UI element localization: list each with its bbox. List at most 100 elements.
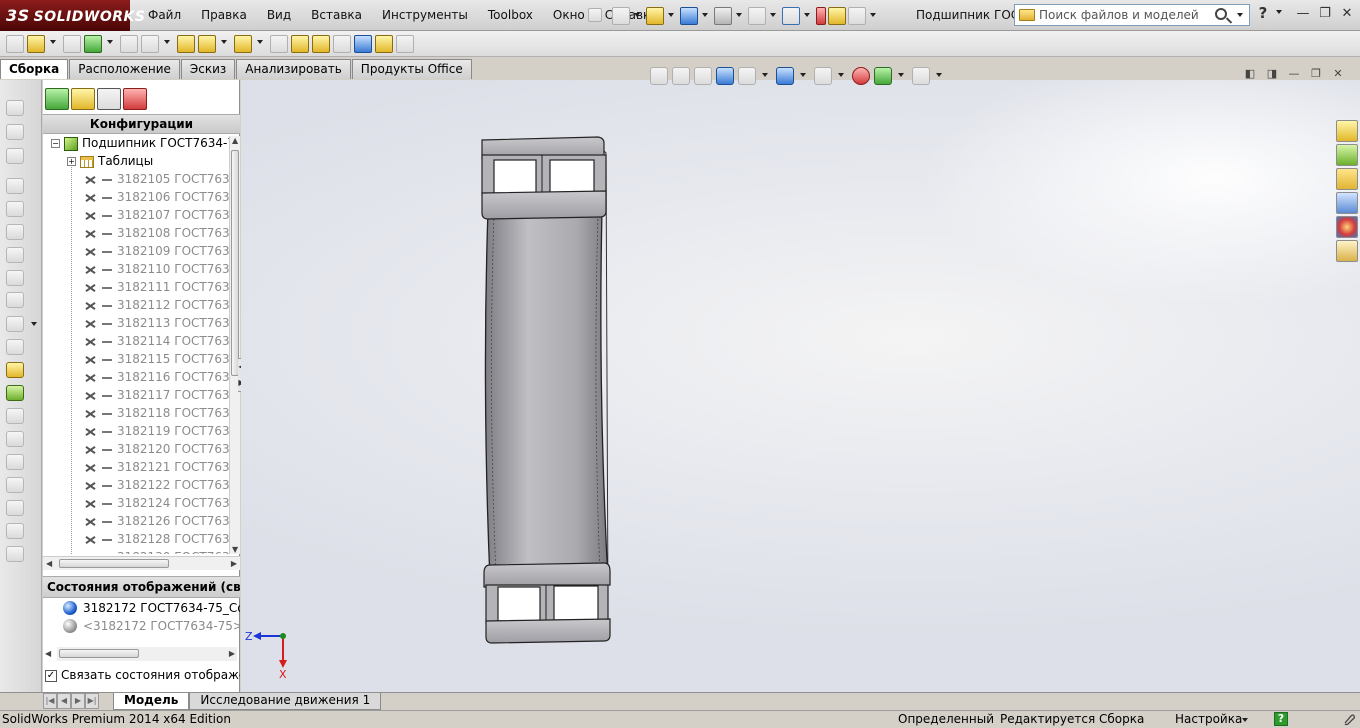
strip-tool-16-icon[interactable] xyxy=(6,454,24,470)
menu-toolbox[interactable]: Toolbox xyxy=(478,0,543,31)
open-folder-icon[interactable] xyxy=(646,7,664,25)
bill-of-materials-icon[interactable] xyxy=(291,34,309,53)
configuration-item[interactable]: 3182107 ГОСТ7634- xyxy=(43,206,229,224)
tree-root-assembly[interactable]: − Подшипник ГОСТ7634-75 xyxy=(43,134,229,152)
scroll-up-icon[interactable]: ▲ xyxy=(232,136,238,145)
tab-office-products[interactable]: Продукты Office xyxy=(351,59,472,79)
configuration-item[interactable]: 3182117 ГОСТ7634- xyxy=(43,386,229,404)
configuration-item[interactable]: 3182112 ГОСТ7634- xyxy=(43,296,229,314)
save-icon[interactable] xyxy=(680,7,698,25)
strip-tool-2-icon[interactable] xyxy=(6,124,24,140)
configuration-item[interactable]: 3182106 ГОСТ7634- xyxy=(43,188,229,206)
configuration-item[interactable]: 3182124 ГОСТ7634- xyxy=(43,494,229,512)
new-dropdown-icon[interactable] xyxy=(634,12,640,17)
help-question-icon[interactable]: ? xyxy=(1254,4,1272,22)
scroll-left-icon[interactable]: ◀ xyxy=(46,559,52,568)
configuration-item[interactable]: 3182110 ГОСТ7634- xyxy=(43,260,229,278)
exploded-view-icon[interactable] xyxy=(312,34,330,53)
view-orientation-icon[interactable] xyxy=(738,67,756,85)
zoom-to-fit-icon[interactable] xyxy=(650,67,668,85)
configuration-item[interactable]: 3182108 ГОСТ7634- xyxy=(43,224,229,242)
hide-show-dropdown-icon[interactable] xyxy=(838,72,844,77)
clearance-verification-icon[interactable] xyxy=(375,34,393,53)
configuration-item[interactable]: 3182118 ГОСТ7634- xyxy=(43,404,229,422)
strip-tool-10-icon[interactable] xyxy=(6,316,24,332)
doc-close-icon[interactable]: ✕ xyxy=(1330,67,1346,81)
strip-tool-13-icon[interactable] xyxy=(6,385,24,401)
configuration-item[interactable]: 3182109 ГОСТ7634- xyxy=(43,242,229,260)
tab-layout[interactable]: Расположение xyxy=(69,59,180,79)
tab-evaluate[interactable]: Анализировать xyxy=(236,59,351,79)
help-dropdown-icon[interactable] xyxy=(1276,9,1282,14)
configuration-item[interactable]: 3182130 ГОСТ7634- xyxy=(43,548,229,554)
configuration-item[interactable]: 3182121 ГОСТ7634- xyxy=(43,458,229,476)
doc-minimize-icon[interactable]: — xyxy=(1286,67,1302,81)
restore-icon[interactable]: ❐ xyxy=(1316,3,1334,25)
tab-model[interactable]: Модель xyxy=(113,693,190,710)
strip-tool-9-icon[interactable] xyxy=(6,292,24,308)
tree-hscroll-thumb[interactable] xyxy=(59,559,169,568)
view-palette-icon[interactable] xyxy=(1336,192,1358,214)
scroll-down-icon[interactable]: ▼ xyxy=(232,545,238,554)
reference-dropdown-icon[interactable] xyxy=(257,40,263,44)
smart-fasteners-icon[interactable] xyxy=(84,34,102,53)
menu-file[interactable]: Файл xyxy=(138,0,191,31)
display-style-dropdown-icon[interactable] xyxy=(800,72,806,77)
bearing-model[interactable] xyxy=(480,135,620,645)
apply-scene-icon[interactable] xyxy=(874,67,892,85)
configuration-item[interactable]: 3182113 ГОСТ7634- xyxy=(43,314,229,332)
menu-view[interactable]: Вид xyxy=(257,0,301,31)
mate-icon[interactable] xyxy=(27,34,45,53)
fasteners-dropdown-icon[interactable] xyxy=(107,40,113,44)
configuration-item[interactable]: 3182126 ГОСТ7634- xyxy=(43,512,229,530)
strip-dropdown-icon[interactable] xyxy=(31,322,37,326)
configuration-manager-icon[interactable] xyxy=(97,88,121,110)
features-dropdown-icon[interactable] xyxy=(221,40,227,44)
pin-icon[interactable] xyxy=(588,8,602,25)
tile-left-icon[interactable]: ◧ xyxy=(1242,67,1258,81)
next-tab-icon[interactable]: ▶ xyxy=(71,693,85,709)
menu-tools[interactable]: Инструменты xyxy=(372,0,478,31)
search-icon[interactable] xyxy=(1215,8,1227,20)
expand-icon[interactable]: + xyxy=(67,157,76,166)
rotate-component-icon[interactable] xyxy=(141,34,159,53)
configuration-item[interactable]: 3182128 ГОСТ7634- xyxy=(43,530,229,548)
mate-dropdown-icon[interactable] xyxy=(50,40,56,44)
configuration-item[interactable]: 3182122 ГОСТ7634- xyxy=(43,476,229,494)
strip-tool-18-icon[interactable] xyxy=(6,500,24,516)
minimize-icon[interactable]: — xyxy=(1294,3,1312,25)
file-explorer-icon[interactable] xyxy=(1336,168,1358,190)
scroll-right-icon[interactable]: ▶ xyxy=(231,559,237,568)
move-dropdown-icon[interactable] xyxy=(164,40,170,44)
strip-tool-7-icon[interactable] xyxy=(6,247,24,263)
zoom-to-area-icon[interactable] xyxy=(672,67,690,85)
design-library-icon[interactable] xyxy=(1336,144,1358,166)
tree-horizontal-scrollbar[interactable]: ◀ ▶ xyxy=(43,556,240,570)
graphics-area[interactable]: Z X xyxy=(241,80,1360,692)
link-display-states-checkbox[interactable]: ✓Связать состояния отображения xyxy=(43,666,240,684)
tree-vertical-scrollbar[interactable]: ▲ ▼ xyxy=(229,136,240,554)
options-list-icon[interactable] xyxy=(848,7,866,25)
tree-vscroll-thumb[interactable] xyxy=(231,150,239,376)
view-settings-dropdown-icon[interactable] xyxy=(936,72,942,77)
strip-tool-15-icon[interactable] xyxy=(6,431,24,447)
menu-window[interactable]: Окно xyxy=(543,0,595,31)
previous-view-icon[interactable] xyxy=(694,67,712,85)
open-dropdown-icon[interactable] xyxy=(668,12,674,17)
feature-tree-icon[interactable] xyxy=(45,88,69,110)
display-style-icon[interactable] xyxy=(776,67,794,85)
explode-line-sketch-icon[interactable] xyxy=(333,34,351,53)
strip-tool-14-icon[interactable] xyxy=(6,408,24,424)
scene-dropdown-icon[interactable] xyxy=(898,72,904,77)
solidworks-resources-icon[interactable] xyxy=(1336,120,1358,142)
configuration-item[interactable]: 3182114 ГОСТ7634- xyxy=(43,332,229,350)
display-manager-icon[interactable] xyxy=(123,88,147,110)
rebuild-traffic-light-icon[interactable] xyxy=(816,7,826,25)
interference-detection-icon[interactable] xyxy=(354,34,372,53)
search-input[interactable] xyxy=(1039,8,1219,22)
configuration-item[interactable]: 3182111 ГОСТ7634- xyxy=(43,278,229,296)
hide-show-items-icon[interactable] xyxy=(814,67,832,85)
customize-dropdown-icon[interactable] xyxy=(1242,718,1248,722)
strip-tool-6-icon[interactable] xyxy=(6,224,24,240)
strip-tool-11-icon[interactable] xyxy=(6,339,24,355)
